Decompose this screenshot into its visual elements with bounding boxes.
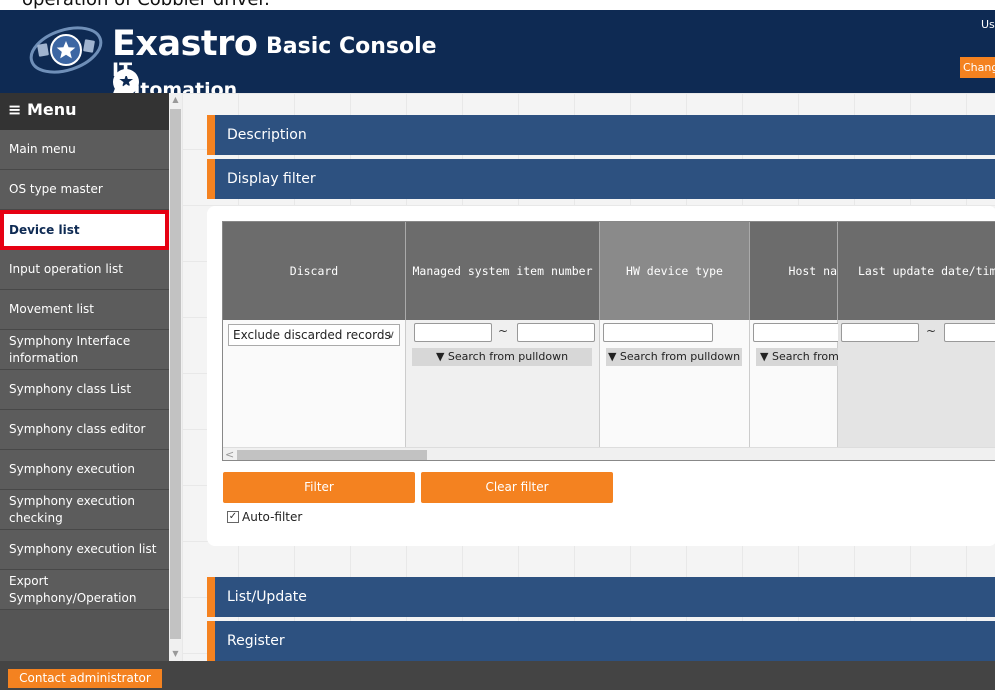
filter-column-managed-system-item-number: Managed system item number ~ ▼ Search fr… — [406, 222, 600, 448]
column-body: ~ ▼ Search from pulldown — [406, 320, 600, 448]
sidebar-item-os-type-master[interactable]: OS type master — [0, 170, 169, 210]
sidebar-item-symphony-interface-information[interactable]: Symphony Interface information — [0, 330, 169, 370]
filter-table: Discard Exclude discarded records ∨ Mana… — [222, 221, 995, 461]
section-display-filter[interactable]: Display filter — [207, 159, 995, 199]
sidebar-item-label: Symphony execution — [9, 462, 135, 476]
sidebar-item-movement-list[interactable]: Movement list — [0, 290, 169, 330]
search-from-pulldown-button[interactable]: ▼ Search from — [756, 348, 838, 366]
search-from-pulldown-button[interactable]: ▼ Search from pulldown — [606, 348, 742, 366]
clear-filter-button[interactable]: Clear filter — [421, 472, 613, 503]
auto-filter-toggle[interactable]: ✓ Auto-filter — [227, 510, 302, 524]
section-register[interactable]: Register — [207, 621, 995, 661]
app-footer: Contact administrator — [0, 661, 995, 690]
chevron-down-icon: ∨ — [386, 328, 395, 341]
scroll-up-icon[interactable]: ▲ — [169, 93, 182, 107]
console-title: Basic Console — [266, 34, 437, 59]
contact-administrator-button[interactable]: Contact administrator — [8, 669, 162, 688]
sidebar-item-label: OS type master — [9, 182, 103, 196]
menu-heading[interactable]: ≡ Menu — [0, 93, 169, 130]
sidebar-item-symphony-execution[interactable]: Symphony execution — [0, 450, 169, 490]
sidebar-scroll-thumb[interactable] — [170, 109, 181, 639]
auto-filter-label: Auto-filter — [242, 510, 303, 524]
column-body: ▼ Search from — [750, 320, 853, 448]
sidebar-scrollbar[interactable]: ▲ ▼ — [169, 93, 182, 661]
table-scroll-thumb[interactable] — [237, 450, 427, 460]
hw-device-type-input[interactable] — [603, 323, 713, 342]
scroll-left-icon[interactable]: < — [225, 448, 234, 460]
discard-select[interactable]: Exclude discarded records ∨ — [228, 324, 400, 346]
sidebar-item-label: Input operation list — [9, 262, 123, 276]
sidebar-item-label: Symphony class editor — [9, 422, 146, 436]
range-tilde: ~ — [498, 324, 509, 338]
hamburger-icon: ≡ — [8, 100, 22, 119]
sidebar-item-input-operation-list[interactable]: Input operation list — [0, 250, 169, 290]
column-body: ▼ Search from pulldown — [600, 320, 750, 448]
column-header[interactable]: Discard — [223, 222, 406, 320]
last-update-to-input[interactable] — [944, 323, 995, 342]
logo-mark-icon — [29, 26, 103, 74]
sidebar-item-device-list[interactable]: Device list — [0, 210, 169, 250]
sidebar-item-symphony-class-editor[interactable]: Symphony class editor — [0, 410, 169, 450]
sidebar-item-symphony-class-list[interactable]: Symphony class List — [0, 370, 169, 410]
sidebar-item-symphony-execution-list[interactable]: Symphony execution list — [0, 530, 169, 570]
last-update-from-input[interactable] — [841, 323, 919, 342]
filter-column-discard: Discard Exclude discarded records ∨ — [223, 222, 406, 448]
user-label: Us — [981, 18, 995, 31]
sidebar-item-main-menu[interactable]: Main menu — [0, 130, 169, 170]
filter-column-host-name: Host na ▼ Search from — [750, 222, 853, 448]
sidebar-item-label: Symphony class List — [9, 382, 132, 396]
app-header: Exastro★ IT Automation Basic Console Us … — [0, 10, 995, 100]
sidebar-item-label: Movement list — [9, 302, 95, 316]
discard-select-value: Exclude discarded records — [233, 328, 391, 342]
column-header[interactable]: Host na — [750, 222, 838, 320]
section-description[interactable]: Description — [207, 115, 995, 155]
column-body: ~ — [838, 320, 995, 448]
sidebar-menu: ≡ Menu Main menu OS type master Device l… — [0, 93, 169, 661]
display-filter-panel: Discard Exclude discarded records ∨ Mana… — [207, 206, 995, 546]
main-content: Description Display filter Discard Exclu… — [182, 93, 995, 661]
sidebar-item-label: Main menu — [9, 142, 76, 156]
column-header[interactable]: Managed system item number — [406, 222, 600, 320]
column-body: Exclude discarded records ∨ — [223, 320, 406, 448]
sidebar-item-label: Symphony execution checking — [9, 493, 135, 525]
sidebar-item-label: Device list — [9, 222, 80, 237]
auto-filter-checkbox[interactable]: ✓ — [227, 511, 239, 523]
table-horizontal-scrollbar[interactable]: < — [223, 447, 995, 460]
item-number-from-input[interactable] — [414, 323, 492, 342]
exastro-logo[interactable]: Exastro★ IT Automation — [28, 24, 258, 100]
column-header[interactable]: HW device type — [600, 222, 750, 320]
column-header[interactable]: Last update date/tim — [838, 222, 995, 320]
range-tilde: ~ — [926, 324, 937, 338]
filter-column-last-update: Last update date/tim ~ — [838, 222, 995, 448]
sidebar-item-label: Export Symphony/Operation — [9, 573, 137, 605]
item-number-to-input[interactable] — [517, 323, 595, 342]
sidebar-item-export-symphony-operation[interactable]: Export Symphony/Operation — [0, 570, 169, 610]
sidebar-item-label: Symphony Interface information — [9, 333, 131, 365]
scroll-down-icon[interactable]: ▼ — [169, 647, 182, 661]
search-from-pulldown-button[interactable]: ▼ Search from pulldown — [412, 348, 592, 366]
section-list-update[interactable]: List/Update — [207, 577, 995, 617]
sidebar-item-label: Symphony execution list — [9, 542, 157, 556]
filter-button[interactable]: Filter — [223, 472, 415, 503]
change-password-button[interactable]: Chang — [960, 57, 995, 78]
filter-column-hw-device-type: HW device type ▼ Search from pulldown — [600, 222, 750, 448]
menu-heading-label: Menu — [26, 100, 77, 119]
sidebar-item-symphony-execution-checking[interactable]: Symphony execution checking — [0, 490, 169, 530]
document-caption: operation of Cobbler driver. — [0, 0, 995, 10]
